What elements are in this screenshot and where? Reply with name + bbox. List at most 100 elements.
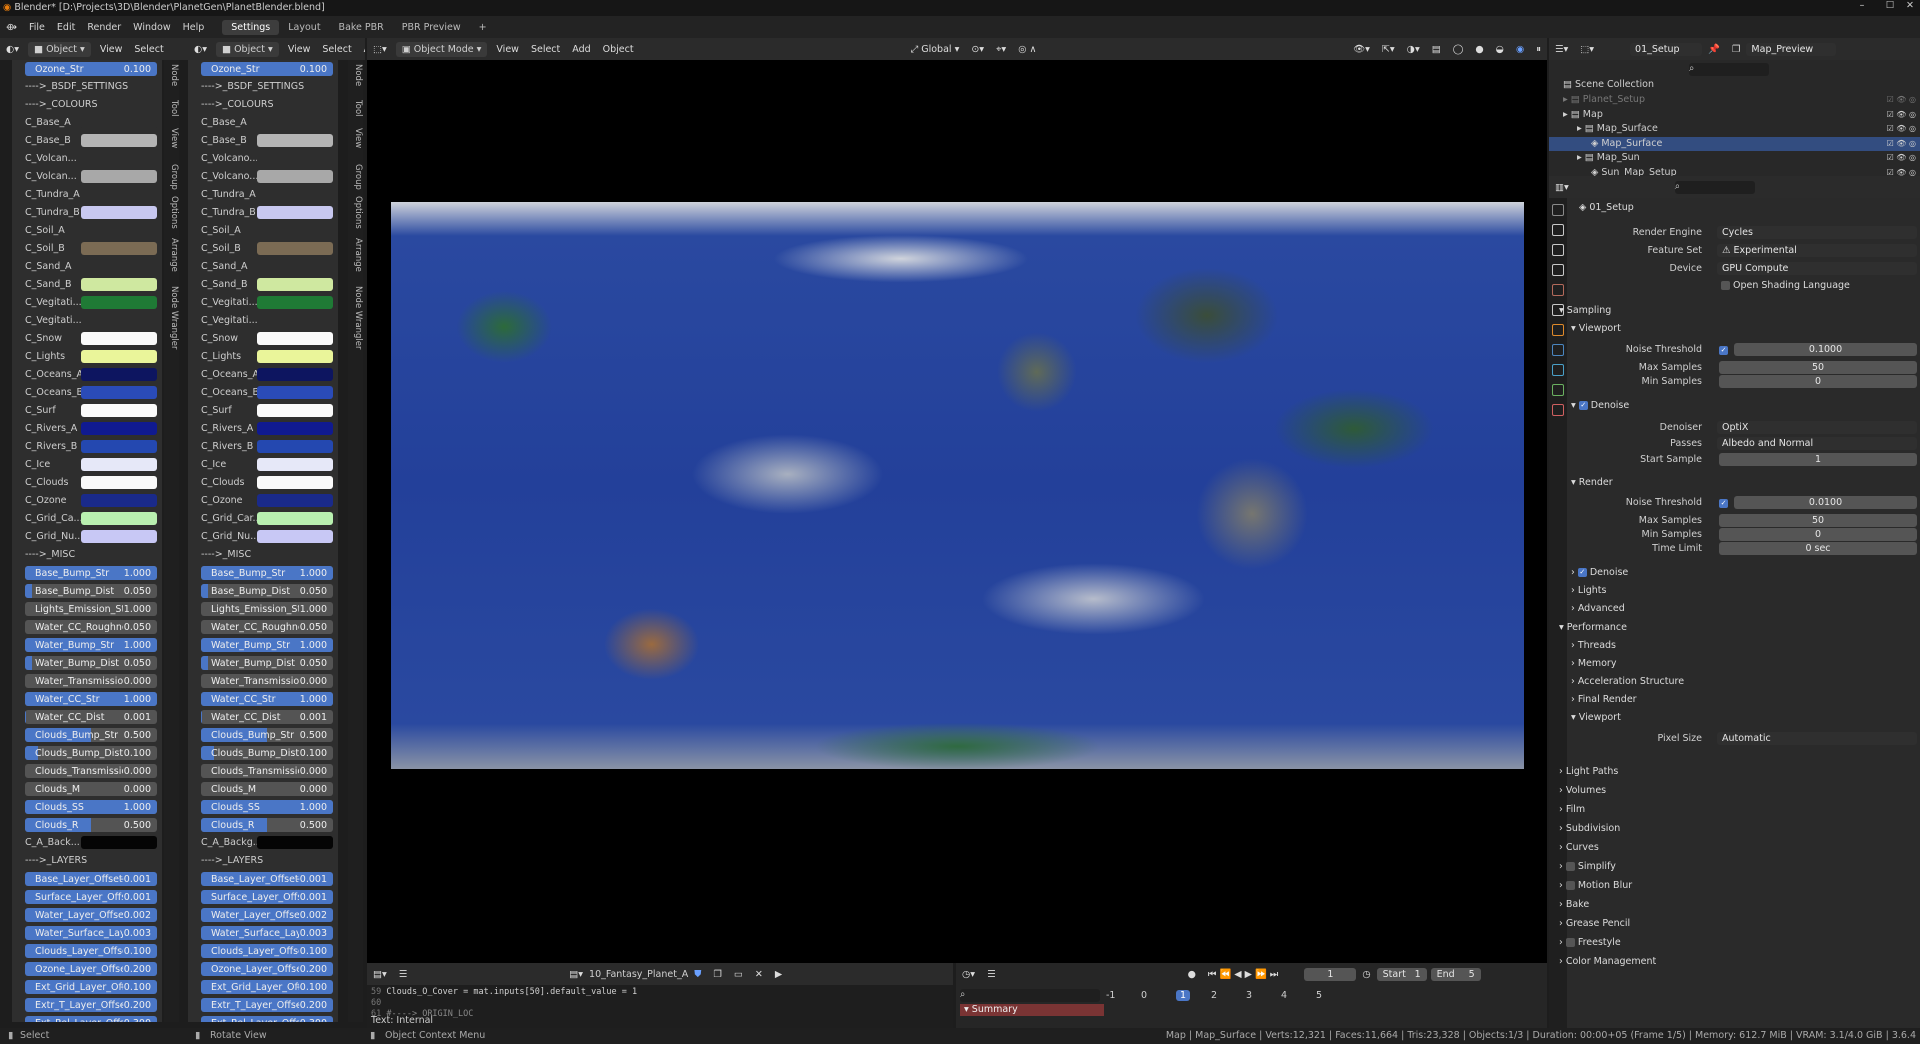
value-slider[interactable]: Clouds_Transmission0.000 <box>201 764 333 778</box>
render-subpanel-header[interactable]: ▾ Render <box>1571 477 1613 488</box>
sidebar-tab[interactable]: Arrange <box>348 238 363 272</box>
value-slider[interactable]: Water_CC_Dist 0.001 <box>25 710 157 724</box>
color-swatch[interactable] <box>257 404 333 417</box>
ozone-str-slider[interactable]: Ozone_Str 0.100 <box>201 62 333 76</box>
color-swatch[interactable] <box>81 224 157 237</box>
value-slider[interactable]: Clouds_Bump_Str 0.500 <box>25 728 157 742</box>
threads-subpanel-header[interactable]: › Threads <box>1571 640 1616 651</box>
start-frame-field[interactable]: Start 1 <box>1376 967 1427 981</box>
value-slider[interactable]: Base_Bump_Dist 0.050 <box>25 584 157 598</box>
visibility-icon[interactable]: ☑ 👁 ◎ <box>1887 93 1916 107</box>
panel-header[interactable]: › Simplify <box>1559 861 1616 872</box>
color-swatch[interactable] <box>257 386 333 399</box>
time-limit-field[interactable]: 0 sec <box>1719 542 1917 555</box>
denoiser-dropdown[interactable]: OptiX <box>1717 421 1917 434</box>
properties-tab-icon[interactable] <box>1552 364 1564 376</box>
color-swatch[interactable] <box>257 134 333 147</box>
value-slider[interactable]: Base_Bump_Str 1.000 <box>25 566 157 580</box>
color-swatch[interactable] <box>81 422 157 435</box>
color-swatch[interactable] <box>81 476 157 489</box>
value-slider[interactable]: Water_Layer_Offset 0.002 <box>201 908 333 922</box>
xray-icon[interactable]: ▤ <box>1426 42 1447 57</box>
timeline-search-input[interactable]: ⌕ <box>960 989 1100 1002</box>
record-icon[interactable]: ● <box>1182 967 1202 982</box>
text-editor[interactable]: ▤▾ ☰ ▤▾ 10_Fantasy_Planet_A ⛊ ❐ ▭ ✕ ▶ 59… <box>367 963 953 1028</box>
sidebar-tab[interactable]: Node <box>348 64 363 86</box>
color-swatch[interactable] <box>257 188 333 201</box>
visibility-icon[interactable]: ☑ 👁 ◎ <box>1887 122 1916 136</box>
value-slider[interactable]: Ozone_Layer_Offset 0.200 <box>25 962 157 976</box>
sidebar-tab[interactable]: Options <box>164 196 179 229</box>
properties-tab-icon[interactable] <box>1552 224 1564 236</box>
color-swatch[interactable] <box>257 278 333 291</box>
color-swatch[interactable] <box>81 368 157 381</box>
color-swatch[interactable] <box>257 152 333 165</box>
visibility-icon[interactable]: ☑ 👁 ◎ <box>1887 151 1916 165</box>
color-swatch[interactable] <box>257 512 333 525</box>
shading-wireframe-icon[interactable]: ◯ <box>1447 42 1470 57</box>
text-datablock-icon[interactable]: ▤▾ <box>563 967 589 982</box>
unlink-icon[interactable]: ✕ <box>749 967 769 982</box>
color-swatch[interactable] <box>81 116 157 129</box>
outliner-item[interactable]: ▸ ▤ Planet_Setup ☑ 👁 ◎ <box>1549 93 1920 107</box>
value-slider[interactable]: Water_Bump_Str 1.000 <box>25 638 157 652</box>
fake-user-icon[interactable]: ⛊ <box>688 967 707 982</box>
menu-edit[interactable]: Edit <box>51 22 81 33</box>
value-slider[interactable]: Water_CC_Roughness0.050 <box>201 620 333 634</box>
object-dropdown[interactable]: ■ Object ▾ <box>216 41 279 57</box>
value-slider[interactable]: Clouds_SS 1.000 <box>25 800 157 814</box>
color-swatch[interactable] <box>81 350 157 363</box>
object-dropdown[interactable]: ■ Object ▾ <box>28 41 91 57</box>
min-samples-field[interactable]: 0 <box>1719 528 1917 541</box>
render-engine-dropdown[interactable]: Cycles <box>1717 226 1917 239</box>
final-render-subpanel-header[interactable]: › Final Render <box>1571 694 1637 705</box>
end-frame-field[interactable]: End 5 <box>1430 967 1481 981</box>
open-folder-icon[interactable]: ▭ <box>728 967 749 982</box>
menu-window[interactable]: Window <box>127 22 176 33</box>
max-samples-field[interactable]: 50 <box>1719 361 1917 374</box>
gizmo-icon[interactable]: ⇱▾ <box>1376 42 1401 57</box>
color-swatch[interactable] <box>257 476 333 489</box>
panel-header[interactable]: › Motion Blur <box>1559 880 1632 891</box>
value-slider[interactable]: Clouds_Bump_Dist 0.100 <box>201 746 333 760</box>
noise-threshold-field[interactable]: 0.1000 <box>1734 343 1917 356</box>
properties-tab-icon[interactable] <box>1552 204 1564 216</box>
value-slider[interactable]: Clouds_M 0.000 <box>25 782 157 796</box>
close-icon[interactable]: ✕ <box>1896 0 1920 16</box>
value-slider[interactable]: Base_Layer_Offset -0.001 <box>25 872 157 886</box>
color-swatch[interactable] <box>257 350 333 363</box>
color-swatch[interactable] <box>257 116 333 129</box>
menu-icon[interactable]: ☰ <box>393 967 414 982</box>
value-slider[interactable]: Ext_Rel_Layer_Offs-0.300 <box>25 1016 157 1022</box>
color-swatch[interactable] <box>257 458 333 471</box>
color-swatch[interactable] <box>81 134 157 147</box>
menu-select[interactable]: Select <box>128 42 169 57</box>
color-swatch[interactable] <box>257 170 333 183</box>
menu-add[interactable]: Add <box>566 42 596 57</box>
color-swatch[interactable] <box>81 530 157 543</box>
value-slider[interactable]: Clouds_M 0.000 <box>201 782 333 796</box>
menu-icon[interactable]: ☰ <box>981 967 1002 982</box>
value-slider[interactable]: Water_Transmission 0.000 <box>25 674 157 688</box>
workspace-tab-pbr-preview[interactable]: PBR Preview <box>393 20 470 35</box>
editor-type-icon[interactable]: ▥▾ <box>1549 180 1575 195</box>
panel-header[interactable]: › Volumes <box>1559 785 1606 796</box>
color-swatch[interactable] <box>81 260 157 273</box>
menu-render[interactable]: Render <box>81 22 127 33</box>
outliner-item[interactable]: ▸ ▤ Map_Sun ☑ 👁 ◎ <box>1549 151 1920 165</box>
color-swatch[interactable] <box>81 332 157 345</box>
value-slider[interactable]: Water_CC_Str 1.000 <box>25 692 157 706</box>
color-swatch[interactable] <box>257 224 333 237</box>
panel-header[interactable]: › Curves <box>1559 842 1599 853</box>
value-slider[interactable]: Ext_Grid_Layer_Offs -0.100 <box>25 980 157 994</box>
overlays-icon[interactable]: ◑▾ <box>1401 42 1426 57</box>
noise-threshold-field[interactable]: 0.0100 <box>1734 496 1917 509</box>
panel-header[interactable]: › Grease Pencil <box>1559 918 1630 929</box>
properties-tab-icon[interactable] <box>1552 284 1564 296</box>
menu-view[interactable]: View <box>282 42 317 57</box>
shading-material-icon[interactable]: ◒ <box>1490 42 1510 57</box>
value-slider[interactable]: Clouds_R 0.500 <box>25 818 157 832</box>
passes-dropdown[interactable]: Albedo and Normal <box>1717 437 1917 450</box>
editor-type-icon[interactable]: ◷▾ <box>956 967 981 982</box>
acceleration-structure-subpanel-header[interactable]: › Acceleration Structure <box>1571 676 1684 687</box>
